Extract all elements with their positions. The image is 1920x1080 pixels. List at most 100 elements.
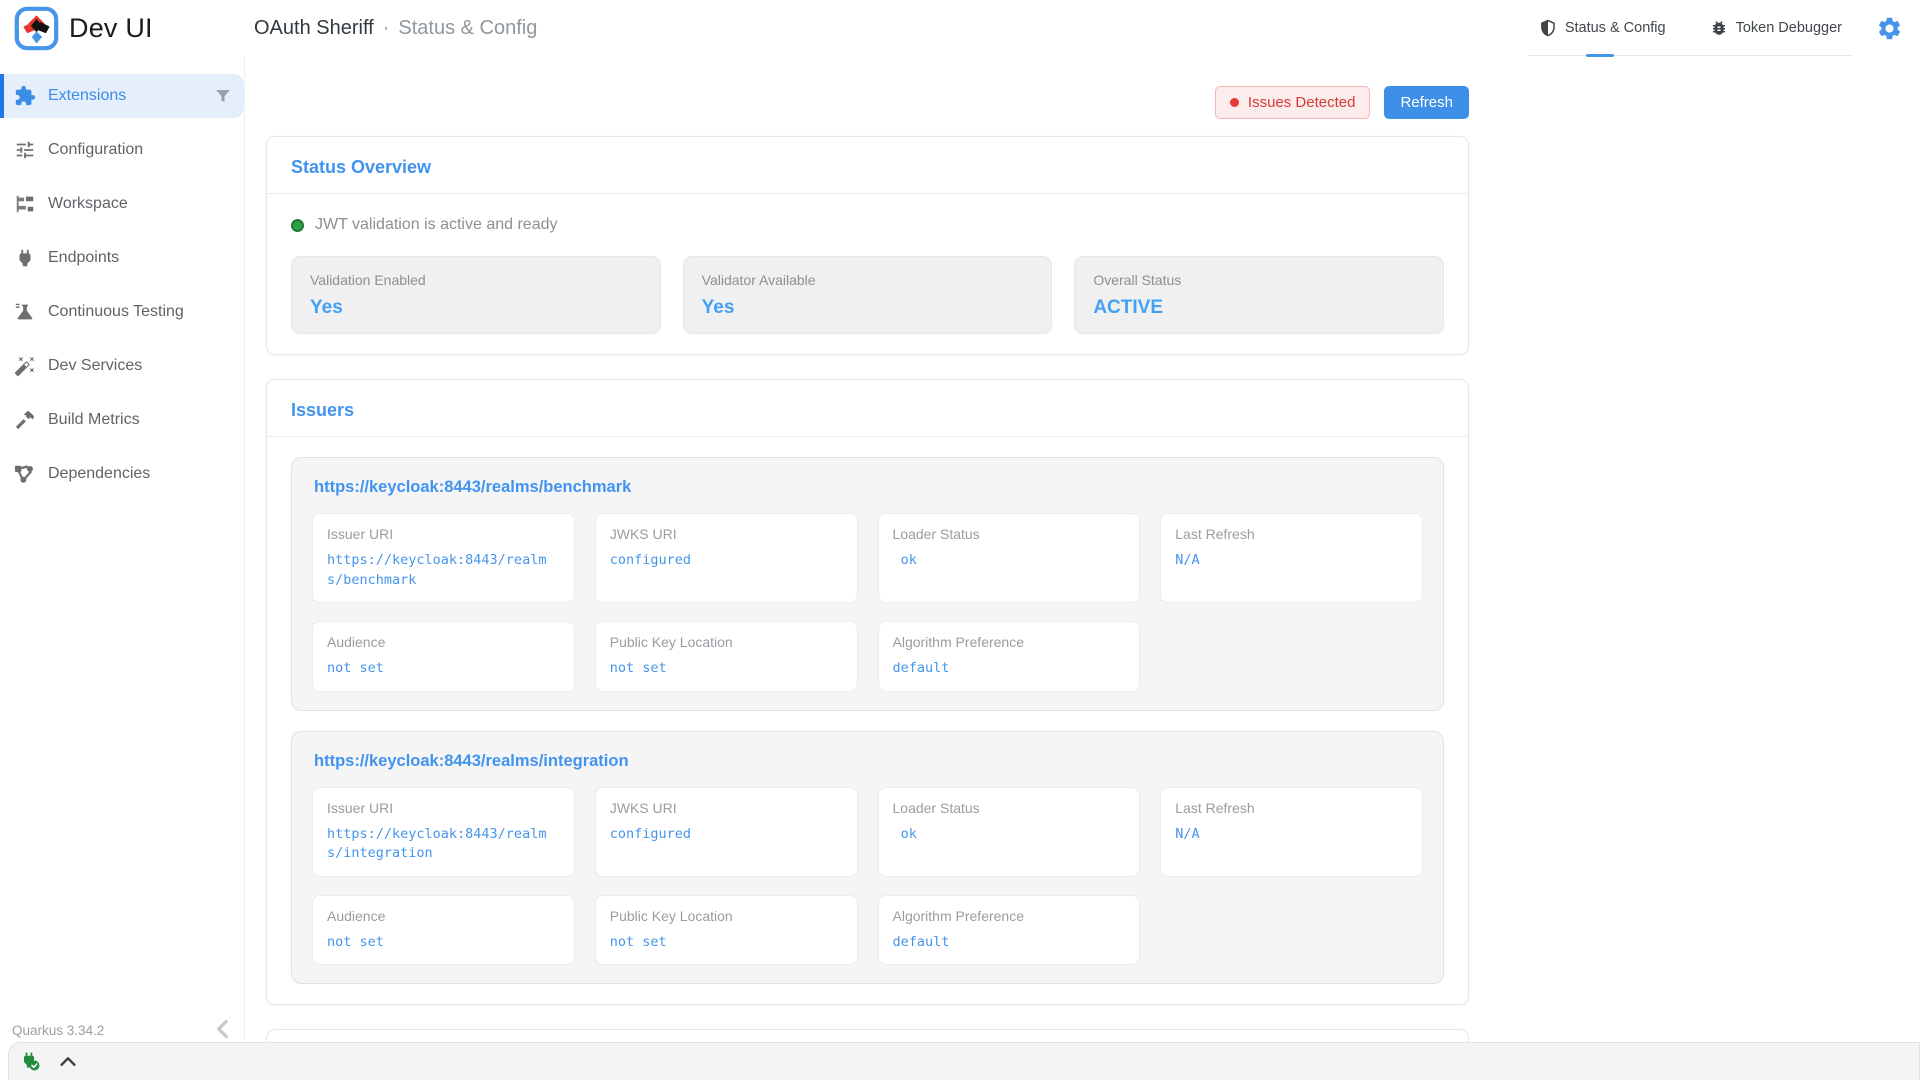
field-value: not set [327, 933, 560, 953]
divider [267, 193, 1468, 194]
sidebar-item-label: Continuous Testing [48, 303, 184, 321]
sidebar-item-label: Endpoints [48, 249, 119, 267]
collapse-sidebar-icon[interactable] [210, 1016, 236, 1042]
field-value: https://keycloak:8443/realms/benchmark [327, 551, 560, 590]
sidebar-item-dependencies[interactable]: Dependencies [0, 452, 244, 496]
stat-overall-status: Overall Status ACTIVE [1074, 256, 1444, 334]
field-audience: Audience not set [312, 895, 575, 966]
stat-value: Yes [702, 297, 1034, 319]
field-label: Audience [327, 634, 560, 650]
field-label: JWKS URI [610, 800, 843, 816]
plug-icon [14, 247, 36, 269]
tab-label: Token Debugger [1736, 20, 1842, 36]
field-label: Last Refresh [1175, 526, 1408, 542]
field-label: Public Key Location [610, 634, 843, 650]
issuer-title: https://keycloak:8443/realms/integration [314, 752, 1423, 771]
tab-token-debugger[interactable]: Token Debugger [1710, 0, 1842, 55]
field-loader-status: Loader Status ok [878, 513, 1141, 603]
field-audience: Audience not set [312, 621, 575, 692]
sidebar-item-continuous-testing[interactable]: Continuous Testing [0, 290, 244, 334]
sidebar-item-workspace[interactable]: Workspace [0, 182, 244, 226]
field-value: N/A [1175, 825, 1408, 845]
sidebar-item-dev-services[interactable]: Dev Services [0, 344, 244, 388]
status-ok-dot-icon [291, 219, 304, 232]
gear-icon [1876, 15, 1903, 42]
tab-status-config[interactable]: Status & Config [1539, 0, 1666, 55]
field-algorithm-preference: Algorithm Preference default [878, 895, 1141, 966]
sidebar-item-endpoints[interactable]: Endpoints [0, 236, 244, 280]
status-message: JWT validation is active and ready [315, 216, 557, 234]
expand-dock-icon[interactable] [57, 1051, 79, 1073]
field-label: Algorithm Preference [893, 908, 1126, 924]
field-label: Public Key Location [610, 908, 843, 924]
dev-services-status-icon[interactable] [19, 1050, 43, 1074]
field-value: configured [610, 825, 843, 845]
issues-badge-label: Issues Detected [1248, 94, 1356, 111]
stat-validator-available: Validator Available Yes [683, 256, 1053, 334]
toolbar: Issues Detected Refresh [266, 86, 1469, 118]
field-last-refresh: Last Refresh N/A [1160, 513, 1423, 603]
header-right: Status & Config Token Debugger [1529, 0, 1920, 56]
sidebar-item-label: Workspace [48, 195, 128, 213]
field-label: Last Refresh [1175, 800, 1408, 816]
page-title: OAuth Sheriff [254, 17, 374, 40]
tab-bar: Status & Config Token Debugger [1529, 0, 1852, 56]
hammer-icon [14, 409, 36, 431]
tree-icon [14, 193, 36, 215]
sidebar-item-label: Configuration [48, 141, 143, 159]
sidebar-item-label: Dev Services [48, 357, 142, 375]
field-label: Loader Status [893, 800, 1126, 816]
field-label: Issuer URI [327, 800, 560, 816]
field-last-refresh: Last Refresh N/A [1160, 787, 1423, 877]
card-heading: Status Overview [291, 157, 1444, 178]
settings-button[interactable] [1874, 13, 1904, 43]
footer-dock [8, 1042, 1920, 1080]
sidebar-item-extensions[interactable]: Extensions [0, 74, 244, 118]
stats-grid: Validation Enabled Yes Validator Availab… [291, 256, 1444, 334]
stat-label: Validator Available [702, 272, 1034, 288]
issuer-fields-grid: Issuer URI https://keycloak:8443/realms/… [312, 787, 1423, 966]
stat-validation-enabled: Validation Enabled Yes [291, 256, 661, 334]
page: Dev UI OAuth Sheriff · Status & Config S… [0, 0, 1920, 1080]
sidebar: Extensions Configuration Workspace Endpo… [0, 56, 245, 1080]
brand: Dev UI [0, 6, 245, 51]
sidebar-item-configuration[interactable]: Configuration [0, 128, 244, 172]
status-overview-card: Status Overview JWT validation is active… [266, 136, 1469, 355]
divider [267, 436, 1468, 437]
stat-label: Overall Status [1093, 272, 1425, 288]
breadcrumb: OAuth Sheriff · Status & Config [245, 17, 537, 40]
sidebar-item-label: Extensions [48, 87, 126, 105]
status-line: JWT validation is active and ready [291, 216, 1444, 234]
error-dot-icon [1230, 98, 1239, 107]
filter-icon[interactable] [214, 87, 232, 105]
stat-value: ACTIVE [1093, 297, 1425, 319]
field-label: Issuer URI [327, 526, 560, 542]
refresh-button[interactable]: Refresh [1384, 86, 1469, 119]
stat-value: Yes [310, 297, 642, 319]
field-value: configured [610, 551, 843, 571]
field-value: default [893, 933, 1126, 953]
quarkus-logo-icon [14, 6, 59, 51]
tab-label: Status & Config [1565, 20, 1666, 36]
field-issuer-uri: Issuer URI https://keycloak:8443/realms/… [312, 513, 575, 603]
quarkus-version-label: Quarkus 3.34.2 [12, 1023, 104, 1038]
sidebar-item-label: Build Metrics [48, 411, 140, 429]
field-value: https://keycloak:8443/realms/integration [327, 825, 560, 864]
field-issuer-uri: Issuer URI https://keycloak:8443/realms/… [312, 787, 575, 877]
puzzle-icon [14, 85, 36, 107]
field-label: Algorithm Preference [893, 634, 1126, 650]
wand-icon [14, 355, 36, 377]
issues-detected-badge: Issues Detected [1215, 86, 1371, 119]
field-value: not set [610, 933, 843, 953]
brand-name: Dev UI [69, 13, 153, 44]
field-algorithm-preference: Algorithm Preference default [878, 621, 1141, 692]
bug-icon [1710, 19, 1728, 37]
shield-icon [1539, 19, 1557, 37]
field-value: ok [893, 551, 1126, 571]
sliders-icon [14, 139, 36, 161]
stat-label: Validation Enabled [310, 272, 642, 288]
field-loader-status: Loader Status ok [878, 787, 1141, 877]
sidebar-item-build-metrics[interactable]: Build Metrics [0, 398, 244, 442]
field-jwks-uri: JWKS URI configured [595, 513, 858, 603]
field-value: not set [327, 659, 560, 679]
